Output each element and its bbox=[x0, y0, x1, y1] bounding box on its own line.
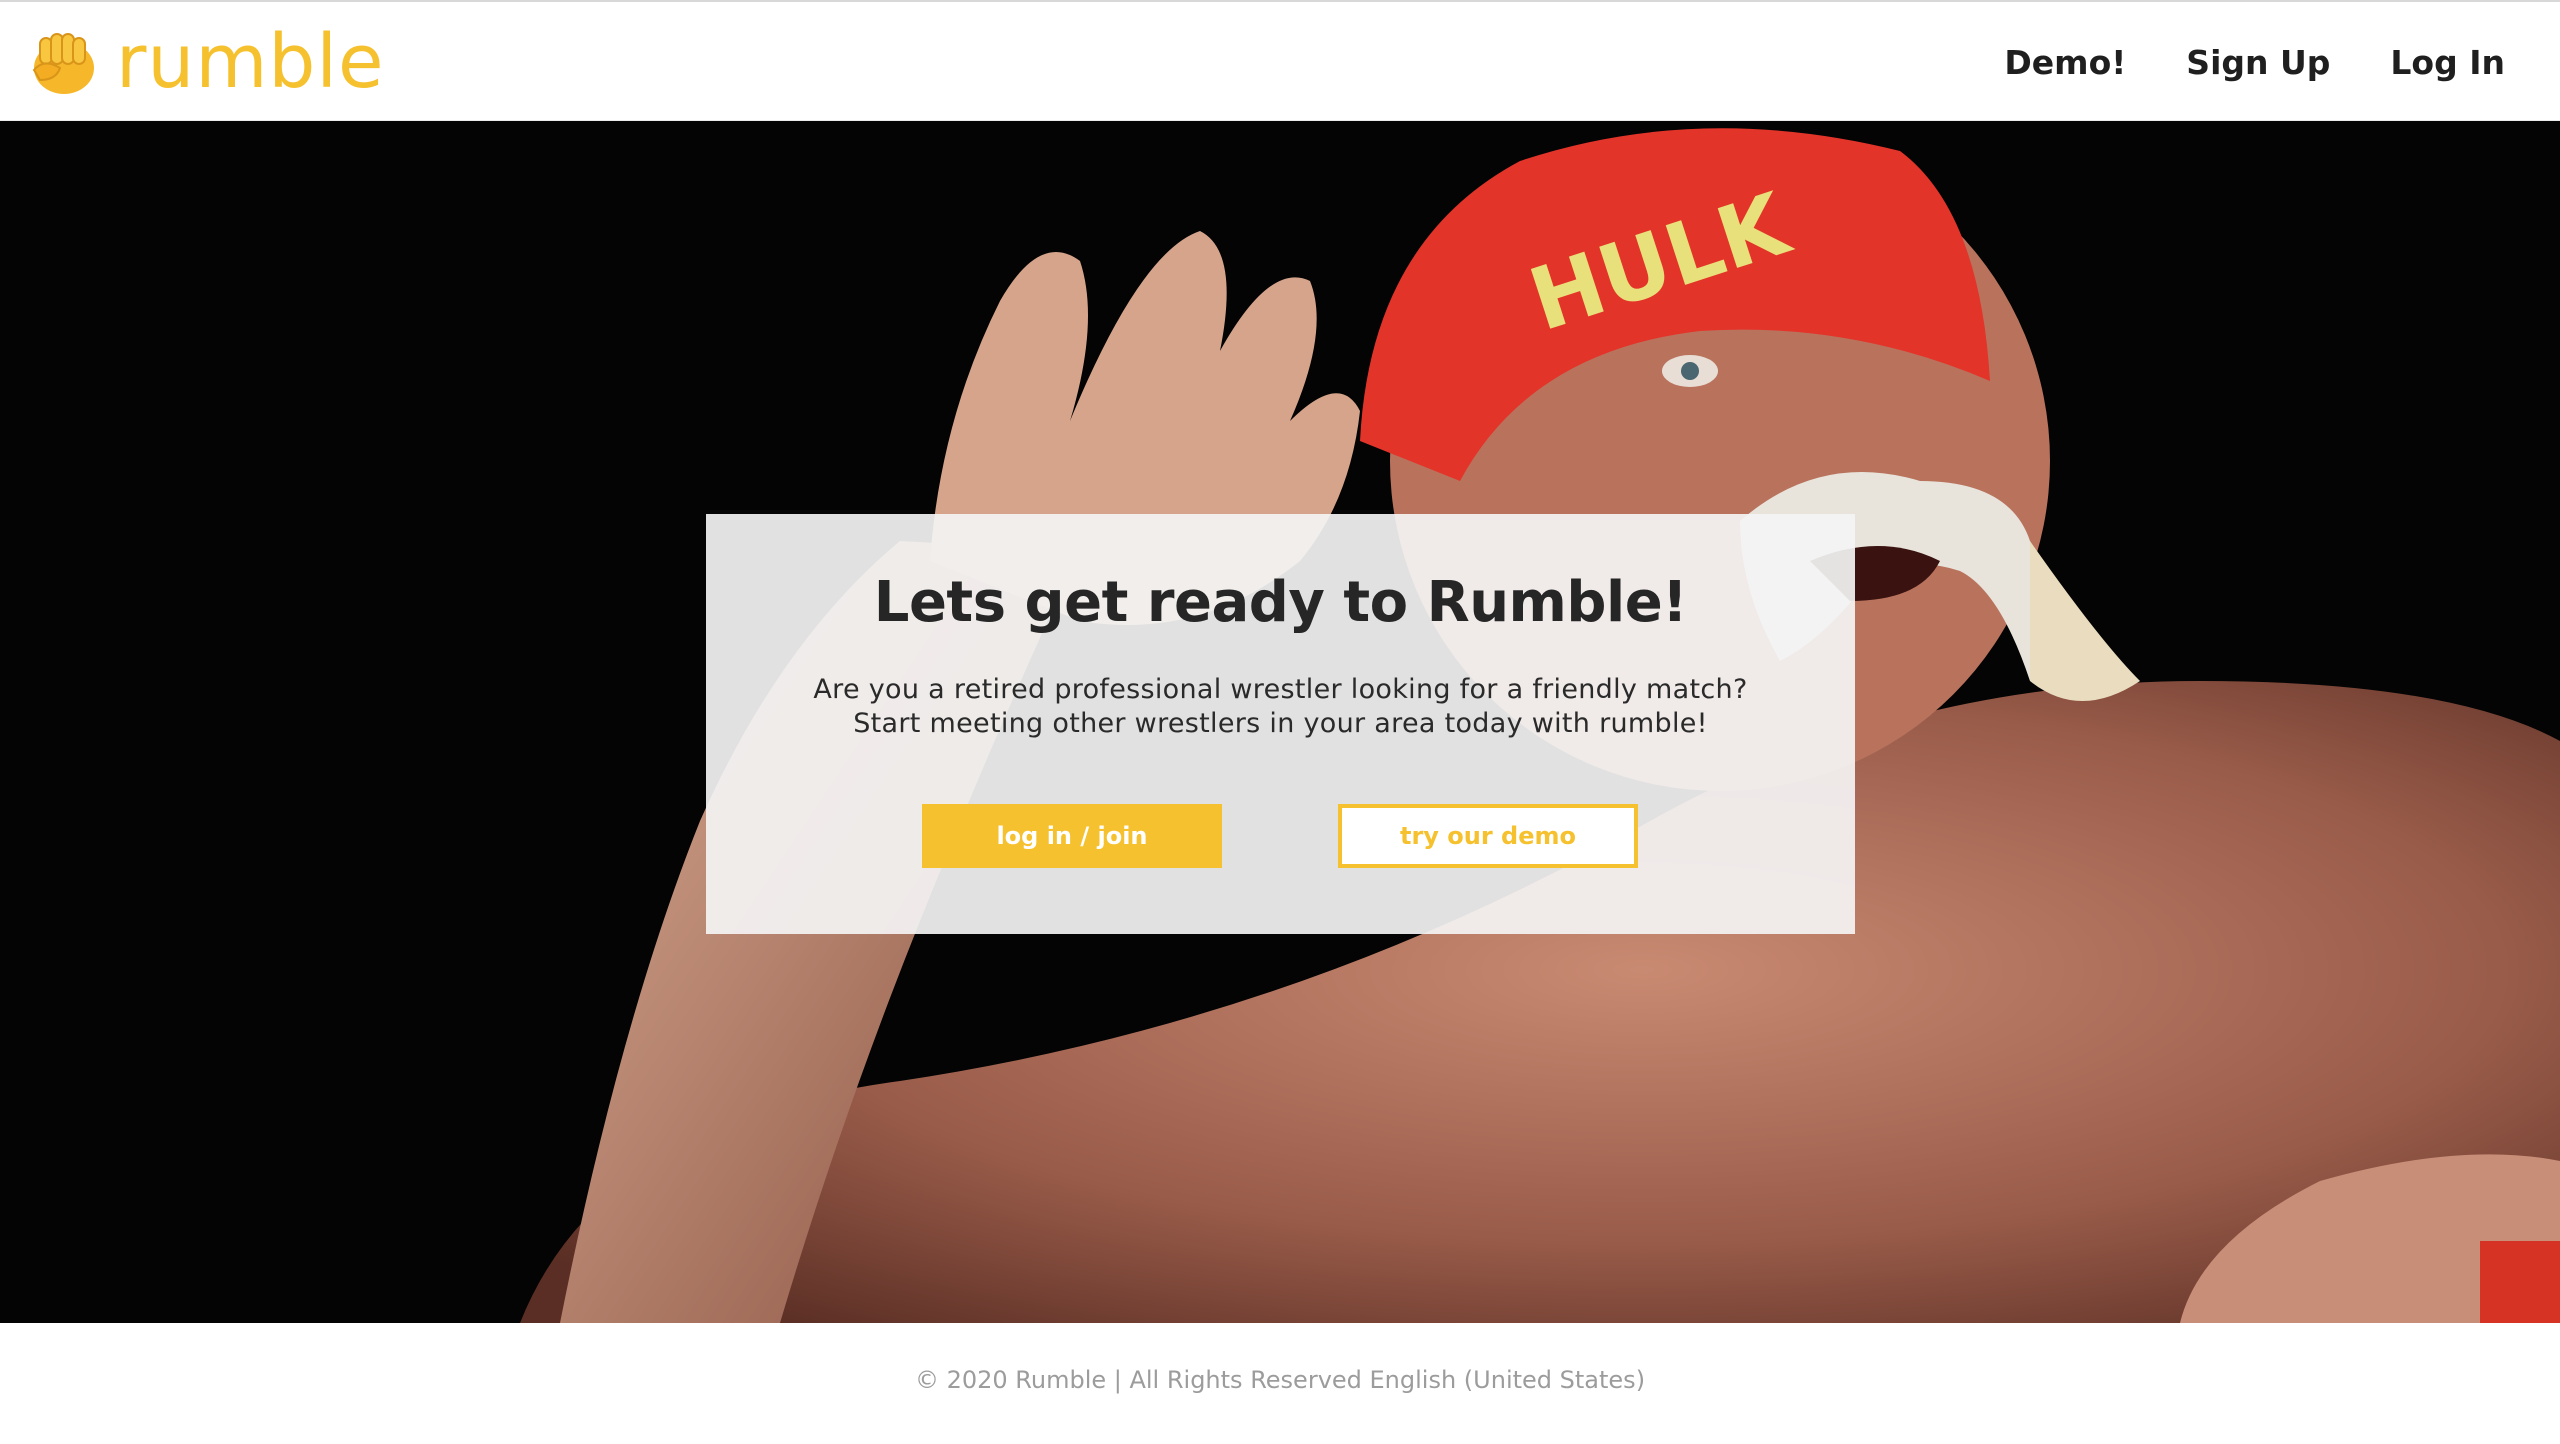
top-navbar: rumble Demo! Sign Up Log In bbox=[0, 0, 2560, 121]
logo-link[interactable]: rumble bbox=[26, 22, 384, 102]
fist-icon bbox=[32, 33, 94, 94]
hero-section: HULK Lets get ready to Rumble! Are you a… bbox=[0, 121, 2560, 1323]
login-join-button[interactable]: log in / join bbox=[922, 804, 1222, 868]
hero-description-line-2: Start meeting other wrestlers in your ar… bbox=[853, 708, 1708, 739]
logo-text: rumble bbox=[116, 19, 385, 105]
hero-description-line-1: Are you a retired professional wrestler … bbox=[813, 674, 1748, 705]
hero-card: Lets get ready to Rumble! Are you a reti… bbox=[706, 514, 1855, 934]
footer: © 2020 Rumble | All Rights Reserved Engl… bbox=[0, 1323, 2560, 1444]
footer-copyright: © 2020 Rumble | All Rights Reserved Engl… bbox=[914, 1366, 1646, 1394]
try-demo-button[interactable]: try our demo bbox=[1338, 804, 1638, 868]
nav-demo-link[interactable]: Demo! bbox=[2004, 43, 2126, 82]
hero-title: Lets get ready to Rumble! bbox=[873, 570, 1688, 635]
main-nav: Demo! Sign Up Log In bbox=[2004, 2, 2505, 123]
nav-sign-up-link[interactable]: Sign Up bbox=[2186, 43, 2330, 82]
nav-log-in-link[interactable]: Log In bbox=[2390, 43, 2505, 82]
